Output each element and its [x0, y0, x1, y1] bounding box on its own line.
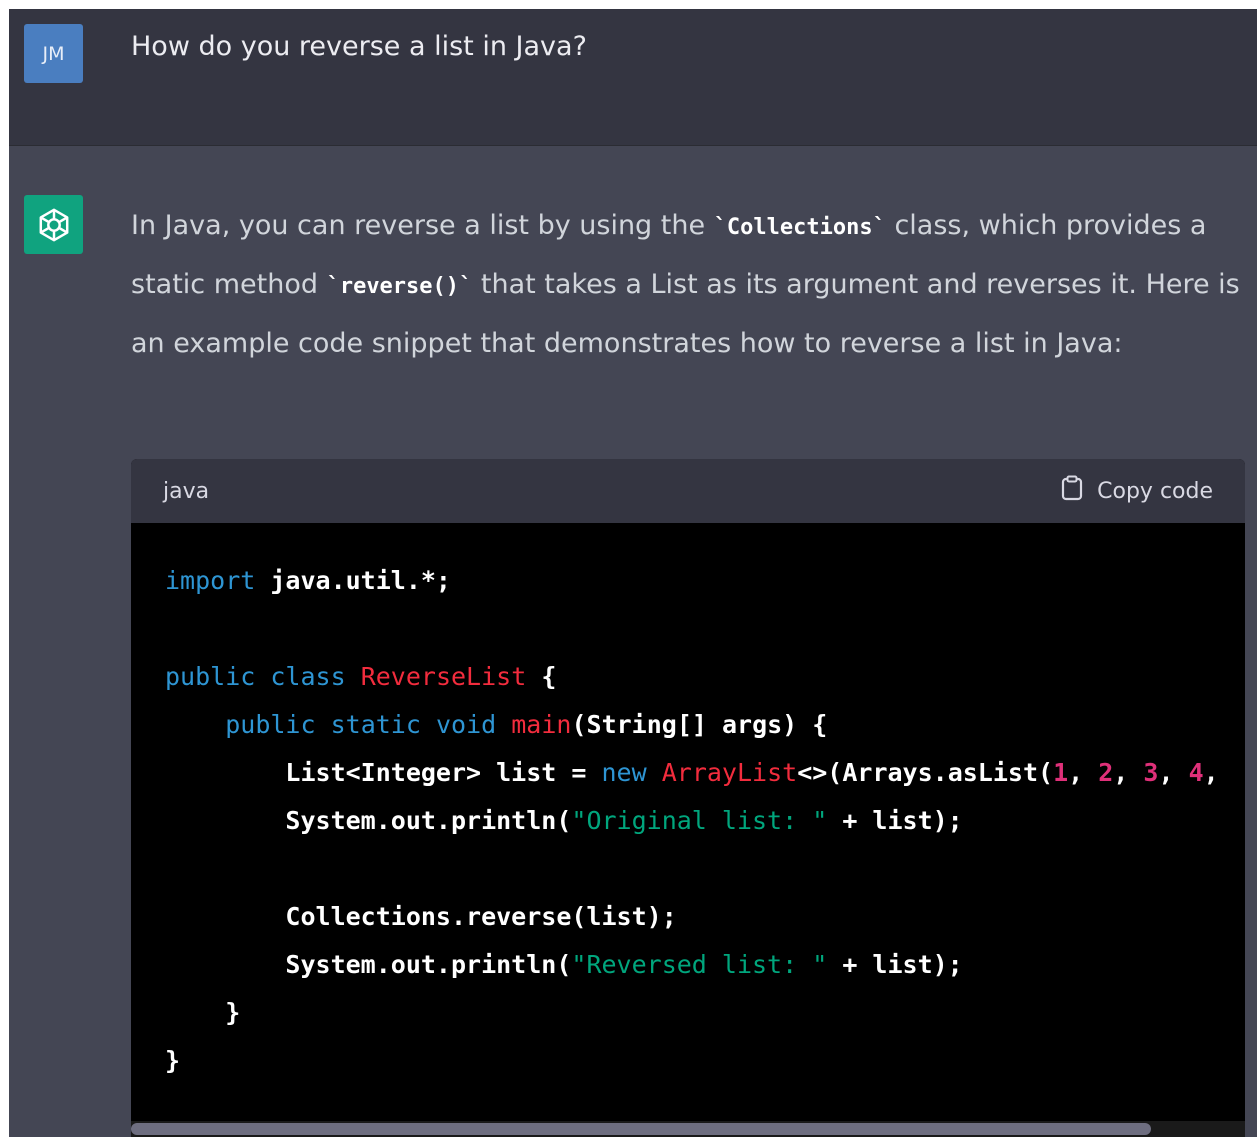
code-token: ,	[1068, 758, 1099, 787]
openai-logo-icon	[24, 195, 83, 254]
assistant-answer-text: In Java, you can reverse a list by using…	[131, 197, 1251, 372]
code-token: ,	[1203, 758, 1219, 787]
code-block: java Copy code import java.util.*; public…	[131, 459, 1245, 1137]
code-token: (String[] args) {	[571, 710, 828, 739]
code-token: 2	[1098, 758, 1114, 787]
code-token: class	[270, 662, 346, 691]
user-avatar: JM	[24, 24, 83, 83]
code-token: new	[601, 758, 647, 787]
code-token: }	[165, 1046, 181, 1075]
scrollbar-thumb[interactable]	[131, 1123, 1151, 1135]
code-line: public static void main(String[] args) {	[165, 701, 1245, 749]
code-token: public	[225, 710, 316, 739]
code-token: 1	[1053, 758, 1069, 787]
code-token: java.util.*;	[255, 566, 451, 595]
code-language-label: java	[163, 478, 210, 504]
code-token: System.out.println(	[165, 806, 572, 835]
copy-code-label: Copy code	[1097, 478, 1213, 504]
code-token: "Original list: "	[571, 806, 828, 835]
code-content: import java.util.*; public class ReverseL…	[131, 523, 1245, 1085]
code-token: List<Integer> list =	[165, 758, 602, 787]
code-line: System.out.println("Reversed list: " + l…	[165, 941, 1245, 989]
code-token: main	[511, 710, 572, 739]
code-token: public	[165, 662, 256, 691]
horizontal-scrollbar[interactable]	[131, 1121, 1245, 1137]
inline-code: `Collections`	[713, 215, 886, 240]
inline-code: `reverse()`	[326, 274, 473, 299]
code-token: "Reversed list: "	[571, 950, 828, 979]
code-token: ArrayList	[661, 758, 798, 787]
answer-text-segment: In Java, you can reverse a list by using…	[131, 210, 714, 241]
code-line: public class ReverseList {	[165, 653, 1245, 701]
code-token: void	[435, 710, 497, 739]
code-token: System.out.println(	[165, 950, 572, 979]
code-token: static	[330, 710, 421, 739]
code-token: 4	[1188, 758, 1204, 787]
code-line: System.out.println("Original list: " + l…	[165, 797, 1245, 845]
code-token: ,	[1158, 758, 1189, 787]
user-message-text: How do you reverse a list in Java?	[131, 31, 587, 62]
code-block-header: java Copy code	[131, 459, 1245, 523]
code-token: 3	[1143, 758, 1159, 787]
code-line: import java.util.*;	[165, 557, 1245, 605]
code-token: Collections.reverse(list);	[165, 902, 677, 931]
code-token: + list);	[827, 806, 963, 835]
code-line: List<Integer> list = new ArrayList<>(Arr…	[165, 749, 1245, 797]
code-token: {	[526, 662, 557, 691]
code-line: }	[165, 1037, 1245, 1085]
code-line: Collections.reverse(list);	[165, 893, 1245, 941]
code-token: }	[165, 998, 241, 1027]
user-message-row: JM How do you reverse a list in Java?	[9, 9, 1257, 146]
code-token: + list);	[827, 950, 963, 979]
code-token: ,	[1113, 758, 1144, 787]
copy-code-button[interactable]: Copy code	[1061, 475, 1213, 507]
code-token: import	[165, 566, 256, 595]
chat-frame: JM How do you reverse a list in Java? In…	[9, 9, 1257, 1137]
code-token: ReverseList	[360, 662, 527, 691]
clipboard-icon	[1061, 475, 1083, 507]
code-line: }	[165, 989, 1245, 1037]
code-token: <>(Arrays.asList(	[797, 758, 1054, 787]
openai-logo-svg	[39, 208, 68, 241]
